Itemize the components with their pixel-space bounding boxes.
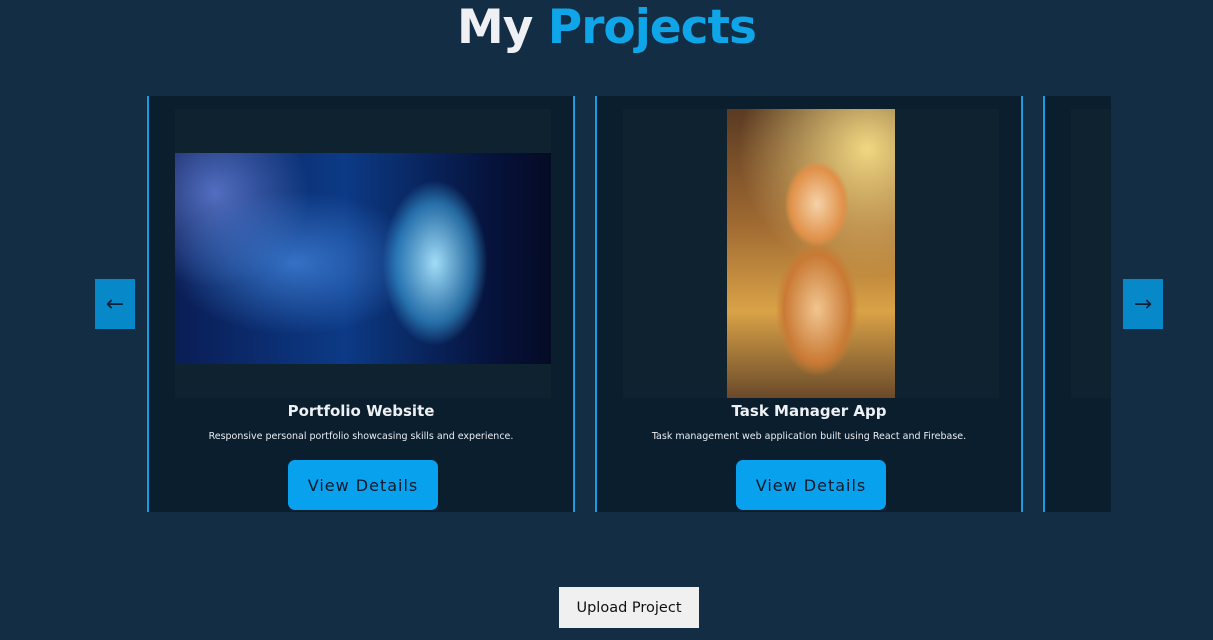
carousel-next-button[interactable]: → <box>1123 279 1163 329</box>
page-title-part1: My <box>456 0 533 55</box>
carousel-viewport: Portfolio Website Responsive personal po… <box>147 96 1111 512</box>
page-title-part2: Projects <box>547 0 757 55</box>
project-card: Task Manager App Task management web app… <box>595 96 1023 512</box>
view-details-button[interactable]: View Details <box>288 460 438 510</box>
project-title: Portfolio Website <box>287 402 435 420</box>
tiger-cub-image <box>727 109 895 398</box>
project-card-partial <box>1043 96 1111 512</box>
project-image <box>623 109 999 398</box>
project-description: Responsive personal portfolio showcasing… <box>208 431 514 442</box>
project-description: Task management web application built us… <box>651 431 967 442</box>
blue-particle-face-image <box>175 153 551 364</box>
project-image <box>1071 109 1111 398</box>
view-details-button[interactable]: View Details <box>736 460 886 510</box>
project-card: Portfolio Website Responsive personal po… <box>147 96 575 512</box>
upload-project-button[interactable]: Upload Project <box>559 587 699 628</box>
carousel-prev-button[interactable]: ← <box>95 279 135 329</box>
project-title: Task Manager App <box>731 402 887 420</box>
project-image <box>175 109 551 398</box>
page-title: My Projects <box>0 0 1213 58</box>
